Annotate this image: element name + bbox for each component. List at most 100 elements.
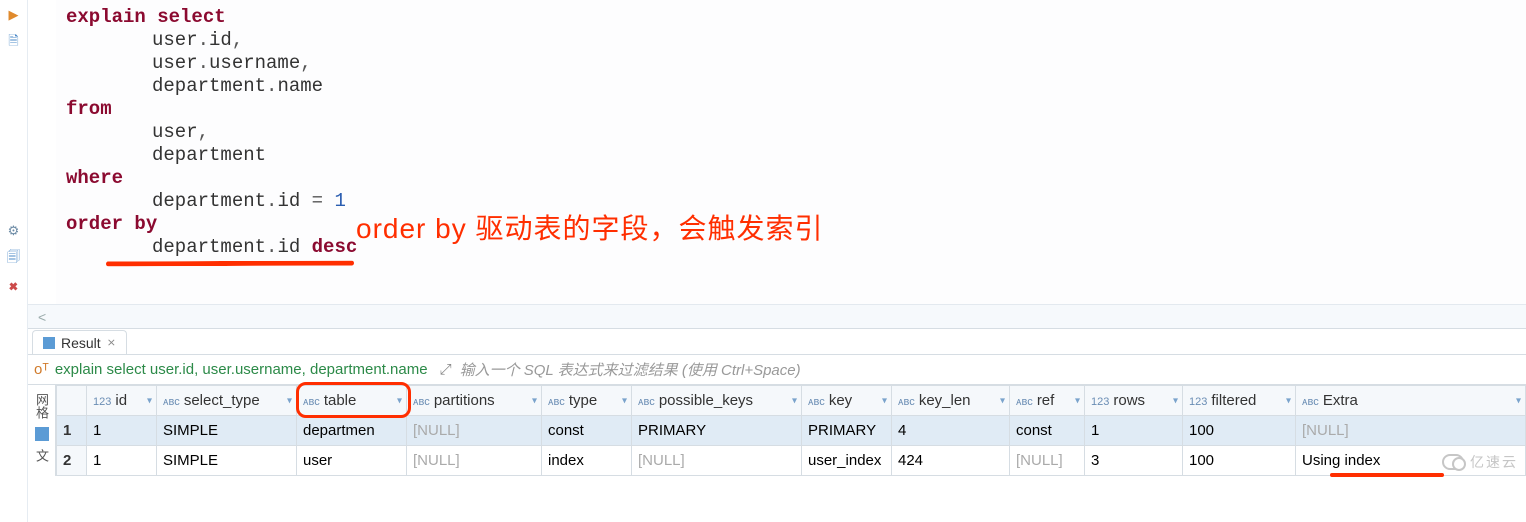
table-header-row: 123id▾ ᴀʙᴄselect_type▾ ᴀʙᴄtable▾ ᴀʙᴄpart… [57, 386, 1526, 416]
cell-key_len[interactable]: 424 [892, 446, 1010, 476]
filter-icon[interactable]: ▾ [882, 395, 887, 406]
filter-icon[interactable]: ▾ [147, 395, 152, 406]
sql-editor[interactable]: explain select user.id, user.username, d… [56, 0, 1526, 304]
grid-side-tabs: 网格 文 [28, 385, 56, 476]
table-icon [43, 337, 55, 349]
col-header-partitions[interactable]: ᴀʙᴄpartitions▾ [407, 386, 542, 416]
text-type-icon: ᴀʙᴄ [1016, 396, 1033, 408]
text-type-icon: ᴀʙᴄ [1302, 396, 1319, 408]
run-icon[interactable]: ▶ [5, 6, 23, 24]
left-toolbar: ▶ 🗎 ⚙ 🗐 🞮 [0, 0, 28, 522]
cell-id[interactable]: 1 [87, 416, 157, 446]
cell-rows[interactable]: 3 [1085, 446, 1183, 476]
kw-where: where [66, 167, 123, 189]
watermark: 亿速云 [1442, 452, 1518, 472]
cell-ref[interactable]: [NULL] [1010, 446, 1085, 476]
results-tabbar: Result ⨯ [28, 328, 1526, 354]
editor-gutter [28, 0, 56, 304]
editor-scrollbar[interactable]: < [28, 304, 1526, 328]
cell-partitions[interactable]: [NULL] [407, 446, 542, 476]
stop-icon[interactable]: 🞮 [5, 278, 23, 296]
cell-partitions[interactable]: [NULL] [407, 416, 542, 446]
cell-key[interactable]: user_index [802, 446, 892, 476]
annotation-underline [106, 261, 354, 267]
col-header-type[interactable]: ᴀʙᴄtype▾ [542, 386, 632, 416]
explain-result-table: 123id▾ ᴀʙᴄselect_type▾ ᴀʙᴄtable▾ ᴀʙᴄpart… [56, 385, 1526, 476]
cell-id[interactable]: 1 [87, 446, 157, 476]
cell-key_len[interactable]: 4 [892, 416, 1010, 446]
row-number[interactable]: 2 [57, 446, 87, 476]
scroll-left-icon[interactable]: < [38, 309, 46, 325]
kw-orderby: order by [66, 213, 157, 235]
cell-ref[interactable]: const [1010, 416, 1085, 446]
cell-rows[interactable]: 1 [1085, 416, 1183, 446]
tab-label: Result [61, 335, 101, 351]
col-header-key[interactable]: ᴀʙᴄkey▾ [802, 386, 892, 416]
table-row[interactable]: 1 1 SIMPLE departmen [NULL] const PRIMAR… [57, 416, 1526, 446]
text-type-icon: ᴀʙᴄ [808, 396, 825, 408]
grid-view-icon[interactable] [35, 427, 49, 441]
text-type-icon: ᴀʙᴄ [163, 396, 180, 408]
annotation-text: order by 驱动表的字段，会触发索引 [356, 217, 824, 240]
expand-icon[interactable]: ⤢ [440, 361, 452, 378]
number-type-icon: 123 [93, 396, 111, 408]
cell-select_type[interactable]: SIMPLE [157, 416, 297, 446]
cell-filtered[interactable]: 100 [1183, 446, 1296, 476]
filter-icon[interactable]: ▾ [792, 395, 797, 406]
col-header-ref[interactable]: ᴀʙᴄref▾ [1010, 386, 1085, 416]
filter-icon[interactable]: ▾ [622, 395, 627, 406]
side-tab-grid[interactable]: 网格 [32, 389, 51, 423]
col-header-table[interactable]: ᴀʙᴄtable▾ [297, 386, 407, 416]
col-header-rows[interactable]: 123rows▾ [1085, 386, 1183, 416]
cell-type[interactable]: const [542, 416, 632, 446]
watermark-icon [1442, 454, 1464, 470]
cell-filtered[interactable]: 100 [1183, 416, 1296, 446]
cell-extra[interactable]: [NULL] [1296, 416, 1526, 446]
main-panel: explain select user.id, user.username, d… [28, 0, 1526, 522]
filter-icon[interactable]: ▾ [1286, 395, 1291, 406]
text-type-icon: ᴀʙᴄ [548, 396, 565, 408]
filter-input[interactable]: 输入一个 SQL 表达式来过滤结果 (使用 Ctrl+Space) [460, 359, 801, 380]
side-tab-text[interactable]: 文 [32, 445, 51, 466]
row-number[interactable]: 1 [57, 416, 87, 446]
text-type-icon: ᴀʙᴄ [638, 396, 655, 408]
cell-table[interactable]: user [297, 446, 407, 476]
sql-icon[interactable]: ᴏᵀ [34, 361, 49, 378]
cell-table[interactable]: departmen [297, 416, 407, 446]
settings-icon[interactable]: ⚙ [5, 222, 23, 240]
text-type-icon: ᴀʙᴄ [898, 396, 915, 408]
col-header-key_len[interactable]: ᴀʙᴄkey_len▾ [892, 386, 1010, 416]
col-header-id[interactable]: 123id▾ [87, 386, 157, 416]
export-icon[interactable]: 🗐 [5, 250, 23, 268]
col-header-extra[interactable]: ᴀʙᴄExtra▾ [1296, 386, 1526, 416]
filter-icon[interactable]: ▾ [1075, 395, 1080, 406]
cell-possible_keys[interactable]: [NULL] [632, 446, 802, 476]
col-header-select_type[interactable]: ᴀʙᴄselect_type▾ [157, 386, 297, 416]
col-header-filtered[interactable]: 123filtered▾ [1183, 386, 1296, 416]
rownum-header[interactable] [57, 386, 87, 416]
table-row[interactable]: 2 1 SIMPLE user [NULL] index [NULL] user… [57, 446, 1526, 476]
text-type-icon: ᴀʙᴄ [413, 396, 430, 408]
cell-key[interactable]: PRIMARY [802, 416, 892, 446]
text-type-icon: ᴀʙᴄ [303, 396, 320, 408]
script-icon[interactable]: 🗎 [5, 34, 23, 52]
filter-icon[interactable]: ▾ [1516, 395, 1521, 406]
filter-icon[interactable]: ▾ [532, 395, 537, 406]
cell-select_type[interactable]: SIMPLE [157, 446, 297, 476]
filter-bar: ᴏᵀ explain select user.id, user.username… [28, 354, 1526, 384]
kw-explain-select: explain select [66, 6, 226, 28]
filter-icon[interactable]: ▾ [1000, 395, 1005, 406]
result-grid-shell: 网格 文 123id▾ ᴀʙᴄselect_type▾ ᴀʙᴄtable▾ [28, 384, 1526, 476]
filter-icon[interactable]: ▾ [1173, 395, 1178, 406]
close-icon[interactable]: ⨯ [107, 336, 116, 349]
cell-type[interactable]: index [542, 446, 632, 476]
tab-result[interactable]: Result ⨯ [32, 330, 127, 354]
number-type-icon: 123 [1189, 396, 1207, 408]
cell-possible_keys[interactable]: PRIMARY [632, 416, 802, 446]
number-type-icon: 123 [1091, 396, 1109, 408]
filter-icon[interactable]: ▾ [397, 395, 402, 406]
watermark-text: 亿速云 [1470, 452, 1518, 472]
col-header-possible_keys[interactable]: ᴀʙᴄpossible_keys▾ [632, 386, 802, 416]
filter-icon[interactable]: ▾ [287, 395, 292, 406]
filter-sql-text[interactable]: explain select user.id, user.username, d… [55, 361, 428, 378]
